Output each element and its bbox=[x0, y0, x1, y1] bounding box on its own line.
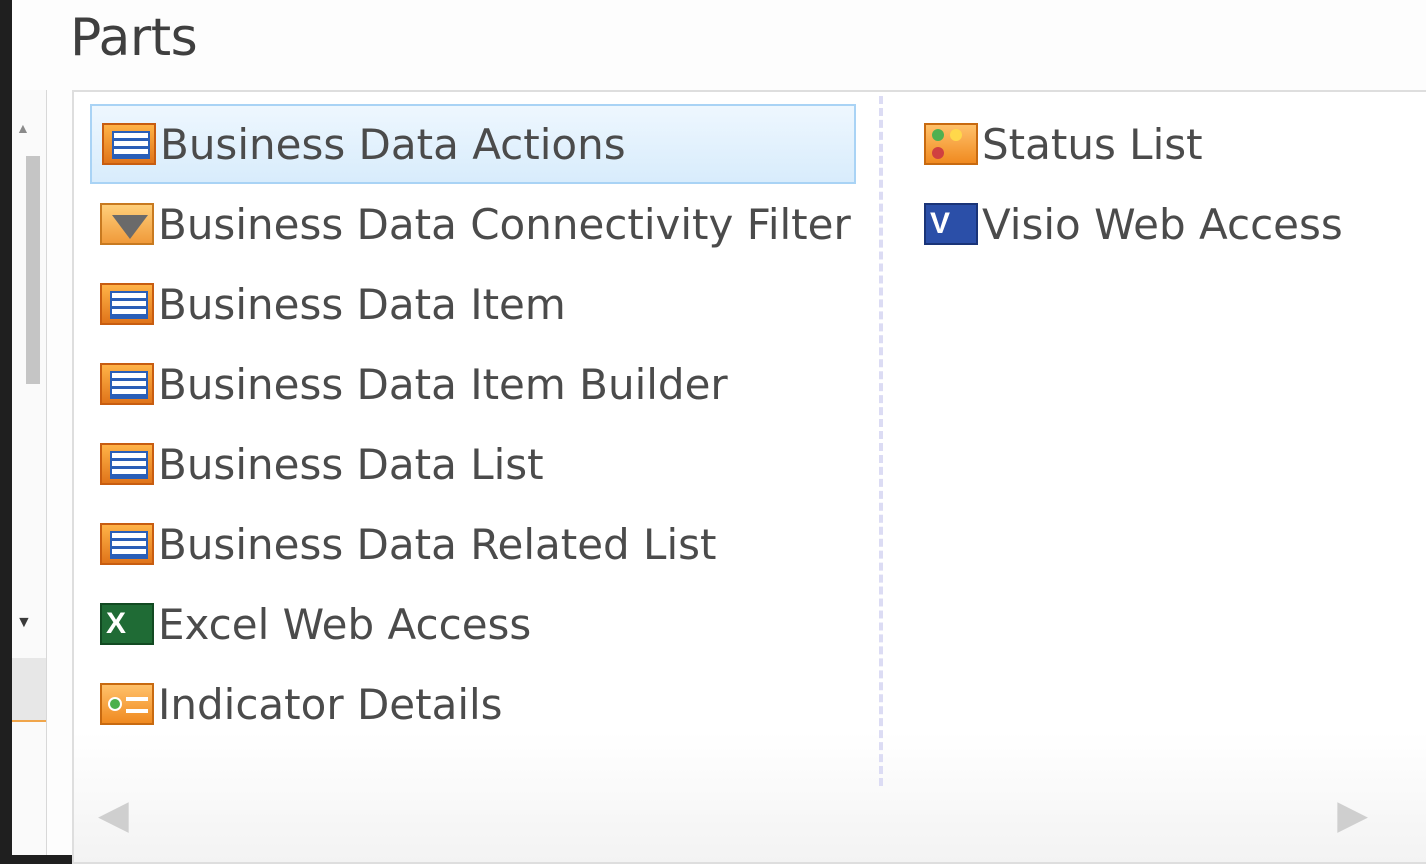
status-list-icon bbox=[924, 123, 978, 165]
parts-list: Business Data Actions Business Data Conn… bbox=[72, 90, 1426, 864]
part-label: Business Data Item bbox=[158, 279, 566, 329]
part-item-business-data-item[interactable]: Business Data Item bbox=[90, 264, 856, 344]
part-label: Status List bbox=[982, 119, 1203, 169]
part-item-status-list[interactable]: Status List bbox=[914, 104, 1414, 184]
web-part-icon bbox=[100, 363, 154, 405]
filter-icon bbox=[100, 203, 154, 245]
web-part-icon bbox=[102, 123, 156, 165]
visio-icon: V bbox=[924, 203, 978, 245]
part-label: Business Data Connectivity Filter bbox=[158, 199, 851, 249]
web-part-icon bbox=[100, 523, 154, 565]
part-label: Business Data Actions bbox=[160, 119, 626, 169]
category-list-scroll-area: ▲ ▼ bbox=[12, 90, 47, 855]
part-label: Business Data Related List bbox=[158, 519, 717, 569]
part-item-business-data-actions[interactable]: Business Data Actions bbox=[90, 104, 856, 184]
web-part-icon bbox=[100, 283, 154, 325]
part-label: Visio Web Access bbox=[982, 199, 1343, 249]
part-item-indicator-details[interactable]: Indicator Details bbox=[90, 664, 856, 744]
column-divider bbox=[879, 96, 883, 786]
web-part-icon bbox=[100, 443, 154, 485]
part-item-business-data-related-list[interactable]: Business Data Related List bbox=[90, 504, 856, 584]
part-label: Business Data List bbox=[158, 439, 544, 489]
part-label: Excel Web Access bbox=[158, 599, 532, 649]
excel-icon: X bbox=[100, 603, 154, 645]
parts-column-2: Status List V Visio Web Access bbox=[914, 104, 1414, 264]
category-selected-row[interactable] bbox=[12, 658, 46, 722]
part-label: Indicator Details bbox=[158, 679, 503, 729]
parts-column-1: Business Data Actions Business Data Conn… bbox=[90, 104, 856, 744]
scroll-right-arrow-icon[interactable]: ▶ bbox=[1337, 792, 1368, 838]
part-item-visio-web-access[interactable]: V Visio Web Access bbox=[914, 184, 1414, 264]
part-item-business-data-item-builder[interactable]: Business Data Item Builder bbox=[90, 344, 856, 424]
web-part-picker: ▲ ▼ Parts Business Data Actions Business… bbox=[12, 0, 1426, 864]
indicator-icon bbox=[100, 683, 154, 725]
page-title: Parts bbox=[70, 8, 198, 68]
scroll-left-arrow-icon[interactable]: ◀ bbox=[98, 792, 129, 838]
part-item-business-data-list[interactable]: Business Data List bbox=[90, 424, 856, 504]
part-label: Business Data Item Builder bbox=[158, 359, 728, 409]
scroll-down-icon[interactable]: ▼ bbox=[16, 614, 32, 632]
part-item-excel-web-access[interactable]: X Excel Web Access bbox=[90, 584, 856, 664]
scroll-up-icon[interactable]: ▲ bbox=[16, 120, 30, 136]
part-item-business-data-connectivity-filter[interactable]: Business Data Connectivity Filter bbox=[90, 184, 856, 264]
scrollbar-thumb[interactable] bbox=[26, 156, 40, 384]
